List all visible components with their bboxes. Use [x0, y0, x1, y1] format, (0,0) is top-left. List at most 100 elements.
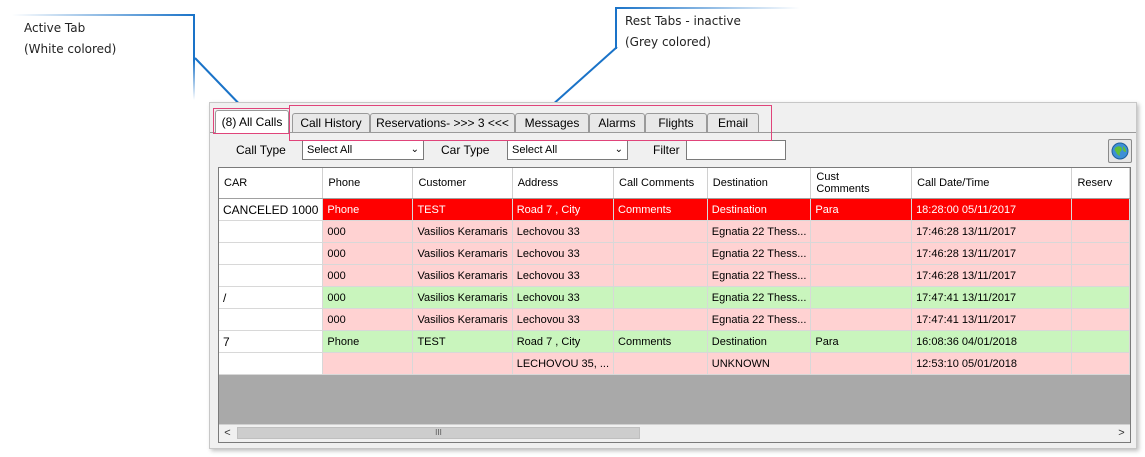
table-cell: Destination: [707, 198, 812, 221]
table-cell: [1071, 242, 1130, 265]
table-cell: Egnatia 22 Thess...: [707, 220, 812, 243]
car-type-label: Car Type: [441, 143, 490, 157]
tab-reservations[interactable]: Reservations- >>> 3 <<<: [370, 113, 515, 133]
table-cell: 17:46:28 13/11/2017: [911, 242, 1073, 265]
annotation-rest-leader-top: [615, 7, 800, 9]
table-cell: 17:47:41 13/11/2017: [911, 308, 1073, 331]
globe-icon: [1111, 142, 1129, 160]
table-row[interactable]: 7 Phone TEST Road 7 , City Comments Destinati…: [219, 330, 1130, 353]
column-header-address[interactable]: Address: [512, 168, 615, 199]
table-cell: TEST: [412, 198, 513, 221]
table-cell: [810, 352, 913, 375]
table-row[interactable]: 000 Vasilios Keramaris Lechovou 33 Egnatia …: [219, 308, 1130, 331]
table-cell: Lechovou 33: [512, 220, 615, 243]
tab-flights[interactable]: Flights: [645, 113, 707, 133]
table-cell: 17:46:28 13/11/2017: [911, 264, 1073, 287]
table-cell: [1071, 264, 1130, 287]
table-cell: Egnatia 22 Thess...: [707, 264, 812, 287]
table-cell: [412, 352, 513, 375]
scroll-thumb[interactable]: III: [237, 427, 640, 439]
scroll-right-button[interactable]: >: [1113, 425, 1130, 442]
filter-label: Filter: [653, 143, 680, 157]
column-header-phone[interactable]: Phone: [322, 168, 414, 199]
table-cell: [613, 286, 708, 309]
grip-icon: III: [435, 428, 442, 437]
tab-alarms[interactable]: Alarms: [589, 113, 645, 133]
table-row[interactable]: 000 Vasilios Keramaris Lechovou 33 Egnatia …: [219, 220, 1130, 243]
tab-email[interactable]: Email: [707, 113, 759, 133]
calls-panel: (8) All Calls Call History Reservations-…: [209, 102, 1137, 449]
annotation-rest-tabs: Rest Tabs - inactive (Grey colored): [625, 11, 741, 53]
table-cell: Comments: [613, 330, 708, 353]
car-type-select[interactable]: Select All ⌄: [507, 140, 628, 160]
annotation-rest-line2: (Grey colored): [625, 35, 711, 49]
table-cell: [613, 352, 708, 375]
filter-input[interactable]: [686, 140, 786, 160]
table-cell: Egnatia 22 Thess...: [707, 286, 812, 309]
horizontal-scrollbar[interactable]: < III >: [219, 424, 1130, 442]
chevron-down-icon: ⌄: [410, 144, 419, 155]
table-cell: [613, 264, 708, 287]
table-cell: /: [219, 286, 324, 309]
table-cell: [613, 220, 708, 243]
table-cell: [219, 220, 324, 243]
table-cell: CANCELED 1000: [219, 198, 324, 221]
call-type-select[interactable]: Select All ⌄: [302, 140, 424, 160]
table-row[interactable]: /000 Vasilios Keramaris Lechovou 33 Egnatia…: [219, 286, 1130, 309]
table-cell: 12:53:10 05/01/2018: [911, 352, 1073, 375]
table-cell: 16:08:36 04/01/2018: [911, 330, 1073, 353]
table-cell: Para: [810, 330, 913, 353]
car-type-value: Select All: [512, 144, 558, 156]
table-cell: 17:46:28 13/11/2017: [911, 220, 1073, 243]
column-header-cust-comments[interactable]: Cust Comments: [810, 168, 913, 199]
column-header-destination[interactable]: Destination: [707, 168, 812, 199]
call-type-value: Select All: [307, 144, 353, 156]
table-cell: Road 7 , City: [512, 330, 615, 353]
refresh-button[interactable]: [1108, 139, 1132, 163]
table-header-row: CAR Phone Customer Address Call Comments…: [219, 168, 1130, 199]
scroll-left-button[interactable]: <: [219, 425, 236, 442]
table-cell: Vasilios Keramaris: [412, 220, 513, 243]
table-cell: Phone: [322, 330, 414, 353]
call-type-label: Call Type: [236, 143, 286, 157]
table-cell: Egnatia 22 Thess...: [707, 242, 812, 265]
table-row[interactable]: 000 Vasilios Keramaris Lechovou 33 Egnatia …: [219, 264, 1130, 287]
table-cell: 7: [219, 330, 324, 353]
tab-messages[interactable]: Messages: [515, 113, 589, 133]
table-cell: Para: [810, 198, 913, 221]
column-header-customer[interactable]: Customer: [412, 168, 513, 199]
table-row[interactable]: 000 Vasilios Keramaris Lechovou 33 Egnatia …: [219, 242, 1130, 265]
table-cell: [219, 242, 324, 265]
annotation-rest-line1: Rest Tabs - inactive: [625, 14, 741, 28]
table-cell: Vasilios Keramaris: [412, 286, 513, 309]
table-cell: Road 7 , City: [512, 198, 615, 221]
table-row[interactable]: CANCELED 1000 Phone TEST Road 7 , City Comme…: [219, 198, 1130, 221]
table-body: CANCELED 1000 Phone TEST Road 7 , City Comme…: [219, 198, 1130, 375]
tab-all-calls[interactable]: (8) All Calls: [215, 110, 289, 133]
column-header-call-date-time[interactable]: Call Date/Time: [911, 168, 1073, 199]
table-cell: Egnatia 22 Thess...: [707, 308, 812, 331]
table-cell: 18:28:00 05/11/2017: [911, 198, 1073, 221]
annotation-rest-leader-vertical: [615, 7, 617, 49]
tab-call-history[interactable]: Call History: [292, 113, 370, 133]
column-header-car[interactable]: CAR: [219, 168, 324, 199]
table-cell: Phone: [322, 198, 414, 221]
tab-baseline: [210, 132, 1136, 133]
table-cell: Vasilios Keramaris: [412, 308, 513, 331]
table-cell: [1071, 220, 1130, 243]
table-cell: [810, 308, 913, 331]
table-cell: Lechovou 33: [512, 308, 615, 331]
column-header-reserv[interactable]: Reserv: [1071, 168, 1130, 199]
table-cell: LECHOVOU 35, ...: [512, 352, 615, 375]
table-row[interactable]: LECHOVOU 35, ... UNKNOWN 12:53:10 05/01/20…: [219, 352, 1130, 375]
table-cell: UNKNOWN: [707, 352, 812, 375]
table-cell: [322, 352, 414, 375]
calls-table: CAR Phone Customer Address Call Comments…: [219, 168, 1130, 375]
table-cell: Vasilios Keramaris: [412, 242, 513, 265]
column-header-call-comments[interactable]: Call Comments: [613, 168, 708, 199]
table-cell: Destination: [707, 330, 812, 353]
table-cell: TEST: [412, 330, 513, 353]
table-cell: [1071, 352, 1130, 375]
chevron-down-icon: ⌄: [614, 144, 623, 155]
table-cell: [613, 308, 708, 331]
